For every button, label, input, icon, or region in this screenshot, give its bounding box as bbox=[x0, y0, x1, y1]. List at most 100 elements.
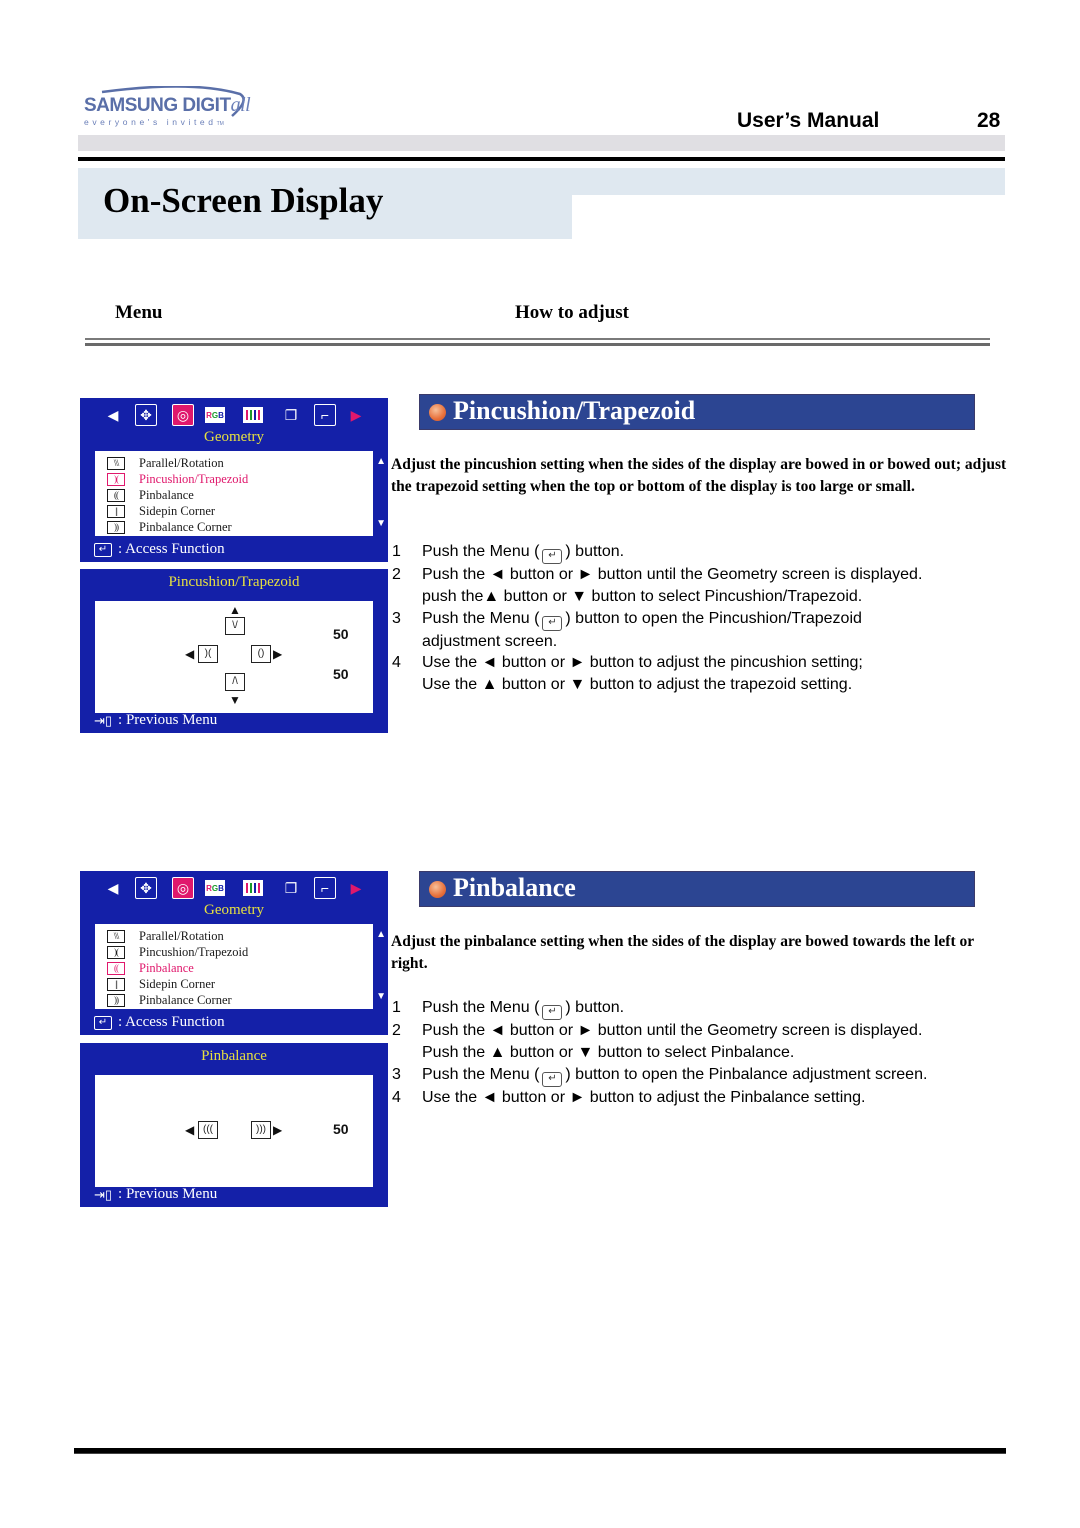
sidepin-corner-icon: || bbox=[107, 504, 125, 518]
right-arrow-icon: ▶ bbox=[273, 647, 283, 661]
osd-access-function: ↵: Access Function bbox=[94, 541, 225, 558]
scroll-up-icon: ▲ bbox=[376, 929, 386, 940]
section-title: Pincushion/Trapezoid bbox=[453, 396, 696, 425]
osd-adjust-title: Pincushion/Trapezoid bbox=[168, 574, 300, 590]
trapezoid-value: 50 bbox=[333, 666, 349, 682]
step-2: 2 Push the ◄ button or ► button until the… bbox=[392, 566, 923, 605]
step-1: 1 Push the Menu (↵) button. bbox=[392, 541, 1012, 564]
section-description: Adjust the pincushion setting when the s… bbox=[391, 456, 1007, 495]
osd-color-bars-icon bbox=[243, 407, 263, 423]
section-header-pinbalance: Pinbalance bbox=[419, 871, 975, 907]
osd-left-arrow-icon: ◀ bbox=[107, 879, 119, 896]
steps-list-pincushion: 1 Push the Menu (↵) button. 2 Push the ◄ b… bbox=[392, 541, 1012, 696]
pinbalance-icon: (( bbox=[107, 961, 125, 975]
osd-right-arrow-icon: ▶ bbox=[350, 879, 362, 896]
parallel-rotation-icon: \\\ bbox=[107, 929, 125, 943]
osd-geometry-menu-pincushion: ◀ ✥ ◎ RGB ❐ ⌐ ▶ Geometry \\\ Parallel/Rot… bbox=[80, 398, 388, 562]
osd-layout-icon: ⌐ bbox=[314, 404, 336, 426]
step-2: 2 Push the ◄ button or ► button until the… bbox=[392, 1022, 923, 1061]
parallel-rotation-icon: \\\ bbox=[107, 456, 125, 470]
osd-item-pinbalance: ((Pinbalance bbox=[107, 960, 373, 976]
step-3: 3 Push the Menu (↵) button to open the Pi… bbox=[392, 1064, 1012, 1087]
section-header-pincushion: Pincushion/Trapezoid bbox=[419, 394, 975, 430]
osd-previous-menu: ⇥▯: Previous Menu bbox=[94, 1186, 218, 1202]
column-header-how-to-adjust: How to adjust bbox=[515, 302, 630, 323]
osd-position-icon: ✥ bbox=[135, 404, 157, 426]
osd-adjust-title: Pinbalance bbox=[201, 1048, 267, 1064]
osd-menu-title: Geometry bbox=[204, 902, 264, 918]
column-header-menu: Menu bbox=[115, 302, 163, 323]
osd-color-bars-icon bbox=[243, 880, 263, 896]
step-3: 3 Push the Menu (↵) button to open the Pi… bbox=[392, 609, 862, 650]
scroll-up-icon: ▲ bbox=[376, 456, 386, 467]
pinbalance-icon: (( bbox=[107, 488, 125, 502]
menu-button-icon: ↵ bbox=[542, 549, 563, 564]
logo-tagline: everyone's invitedTM bbox=[84, 117, 224, 127]
footer-rule bbox=[74, 1448, 1006, 1454]
osd-access-function: ↵: Access Function bbox=[94, 1014, 225, 1031]
osd-item-pinbalance-corner: )) Pinbalance Corner bbox=[107, 519, 373, 535]
osd-window-icon: ❐ bbox=[284, 406, 298, 423]
osd-rgb-icon: RGB bbox=[205, 407, 225, 423]
right-arrow-icon: ▶ bbox=[273, 1123, 283, 1137]
step-1: 1 Push the Menu (↵) button. bbox=[392, 997, 1012, 1020]
osd-left-arrow-icon: ◀ bbox=[107, 406, 119, 423]
osd-menu-list: \\\ Parallel/Rotation )(Pincushion/Trapez… bbox=[95, 924, 373, 1009]
osd-previous-menu: ⇥▯: Previous Menu bbox=[94, 712, 218, 728]
column-header-rule bbox=[85, 338, 990, 346]
left-arrow-icon: ◀ bbox=[185, 647, 195, 661]
menu-button-icon: ↵ bbox=[542, 1071, 563, 1087]
enter-key-icon: ↵ bbox=[94, 542, 112, 557]
step-4: 4 Use the ◄ button or ► button to adjust … bbox=[392, 654, 863, 694]
pincushion-icon: )( bbox=[107, 945, 125, 959]
title-band-notch bbox=[572, 195, 602, 239]
osd-item-sidepin-corner: || Sidepin Corner bbox=[107, 976, 373, 992]
osd-geometry-menu-pinbalance: ◀ ✥ ◎ RGB ❐ ⌐ ▶ Geometry \\\ Parallel/Rot… bbox=[80, 871, 388, 1035]
trapezoid-bottom-icon: /\ bbox=[225, 673, 245, 691]
osd-rgb-icon: RGB bbox=[205, 880, 225, 896]
page-number: 28 bbox=[977, 109, 1001, 132]
pincushion-value: 50 bbox=[333, 626, 349, 642]
osd-pincushion-adjust-screen: Pincushion/Trapezoid ▲ \/ ◀ )( () ▶ /\ ▼… bbox=[80, 569, 388, 733]
osd-item-pinbalance: ((Pinbalance bbox=[107, 487, 373, 503]
pinbalance-left-icon: ((( bbox=[198, 1121, 218, 1139]
osd-item-pincushion-trapezoid: )(Pincushion/Trapezoid bbox=[107, 944, 373, 960]
osd-item-sidepin-corner: || Sidepin Corner bbox=[107, 503, 373, 519]
sidepin-corner-icon: || bbox=[107, 977, 125, 991]
scroll-down-icon: ▼ bbox=[376, 991, 386, 1002]
osd-adjust-panel: ◀ ((( ))) ▶ 50 bbox=[95, 1075, 373, 1187]
bullet-dot-icon bbox=[429, 404, 446, 421]
osd-adjust-panel: ▲ \/ ◀ )( () ▶ /\ ▼ 50 50 bbox=[95, 601, 373, 713]
logo-wordmark: SAMSUNG DIGITall bbox=[84, 94, 251, 116]
exit-door-icon: ⇥▯ bbox=[94, 712, 113, 728]
header-rule bbox=[78, 157, 1005, 161]
pincushion-icon: )( bbox=[107, 472, 125, 486]
osd-item-parallel-rotation: \\\ Parallel/Rotation bbox=[107, 928, 373, 944]
osd-icon-bar: ◀ ✥ ◎ RGB ❐ ⌐ ▶ bbox=[80, 404, 388, 426]
exit-door-icon: ⇥▯ bbox=[94, 1186, 113, 1202]
osd-icon-bar: ◀ ✥ ◎ RGB ❐ ⌐ ▶ bbox=[80, 877, 388, 899]
osd-right-arrow-icon: ▶ bbox=[350, 406, 362, 423]
pinbalance-right-icon: ))) bbox=[251, 1121, 271, 1139]
enter-key-icon: ↵ bbox=[94, 1015, 112, 1030]
osd-window-icon: ❐ bbox=[284, 879, 298, 896]
step-4: 4 Use the ◄ button or ► button to adjust … bbox=[392, 1088, 866, 1106]
osd-pinbalance-adjust-screen: Pinbalance ◀ ((( ))) ▶ 50 ⇥▯: Previous M… bbox=[80, 1043, 388, 1207]
osd-menu-list: \\\ Parallel/Rotation )(Pincushion/Trapez… bbox=[95, 451, 373, 536]
trapezoid-top-icon: \/ bbox=[225, 617, 245, 635]
bullet-dot-icon bbox=[429, 881, 446, 898]
page-title: On-Screen Display bbox=[103, 181, 384, 220]
menu-button-icon: ↵ bbox=[542, 615, 563, 631]
osd-item-parallel-rotation: \\\ Parallel/Rotation bbox=[107, 455, 373, 471]
osd-item-pincushion-trapezoid: )(Pincushion/Trapezoid bbox=[107, 471, 373, 487]
osd-item-pinbalance-corner: )) Pinbalance Corner bbox=[107, 992, 373, 1008]
scroll-down-icon: ▼ bbox=[376, 518, 386, 529]
down-arrow-icon: ▼ bbox=[229, 693, 241, 707]
manual-title: User’s Manual bbox=[737, 109, 880, 132]
osd-geometry-icon: ◎ bbox=[172, 404, 194, 426]
samsung-logo: SAMSUNG DIGITall everyone's invitedTM bbox=[82, 86, 252, 130]
pinbalance-value: 50 bbox=[333, 1121, 349, 1137]
menu-button-icon: ↵ bbox=[542, 1005, 563, 1020]
pincushion-out-icon: () bbox=[251, 645, 271, 663]
osd-layout-icon: ⌐ bbox=[314, 877, 336, 899]
